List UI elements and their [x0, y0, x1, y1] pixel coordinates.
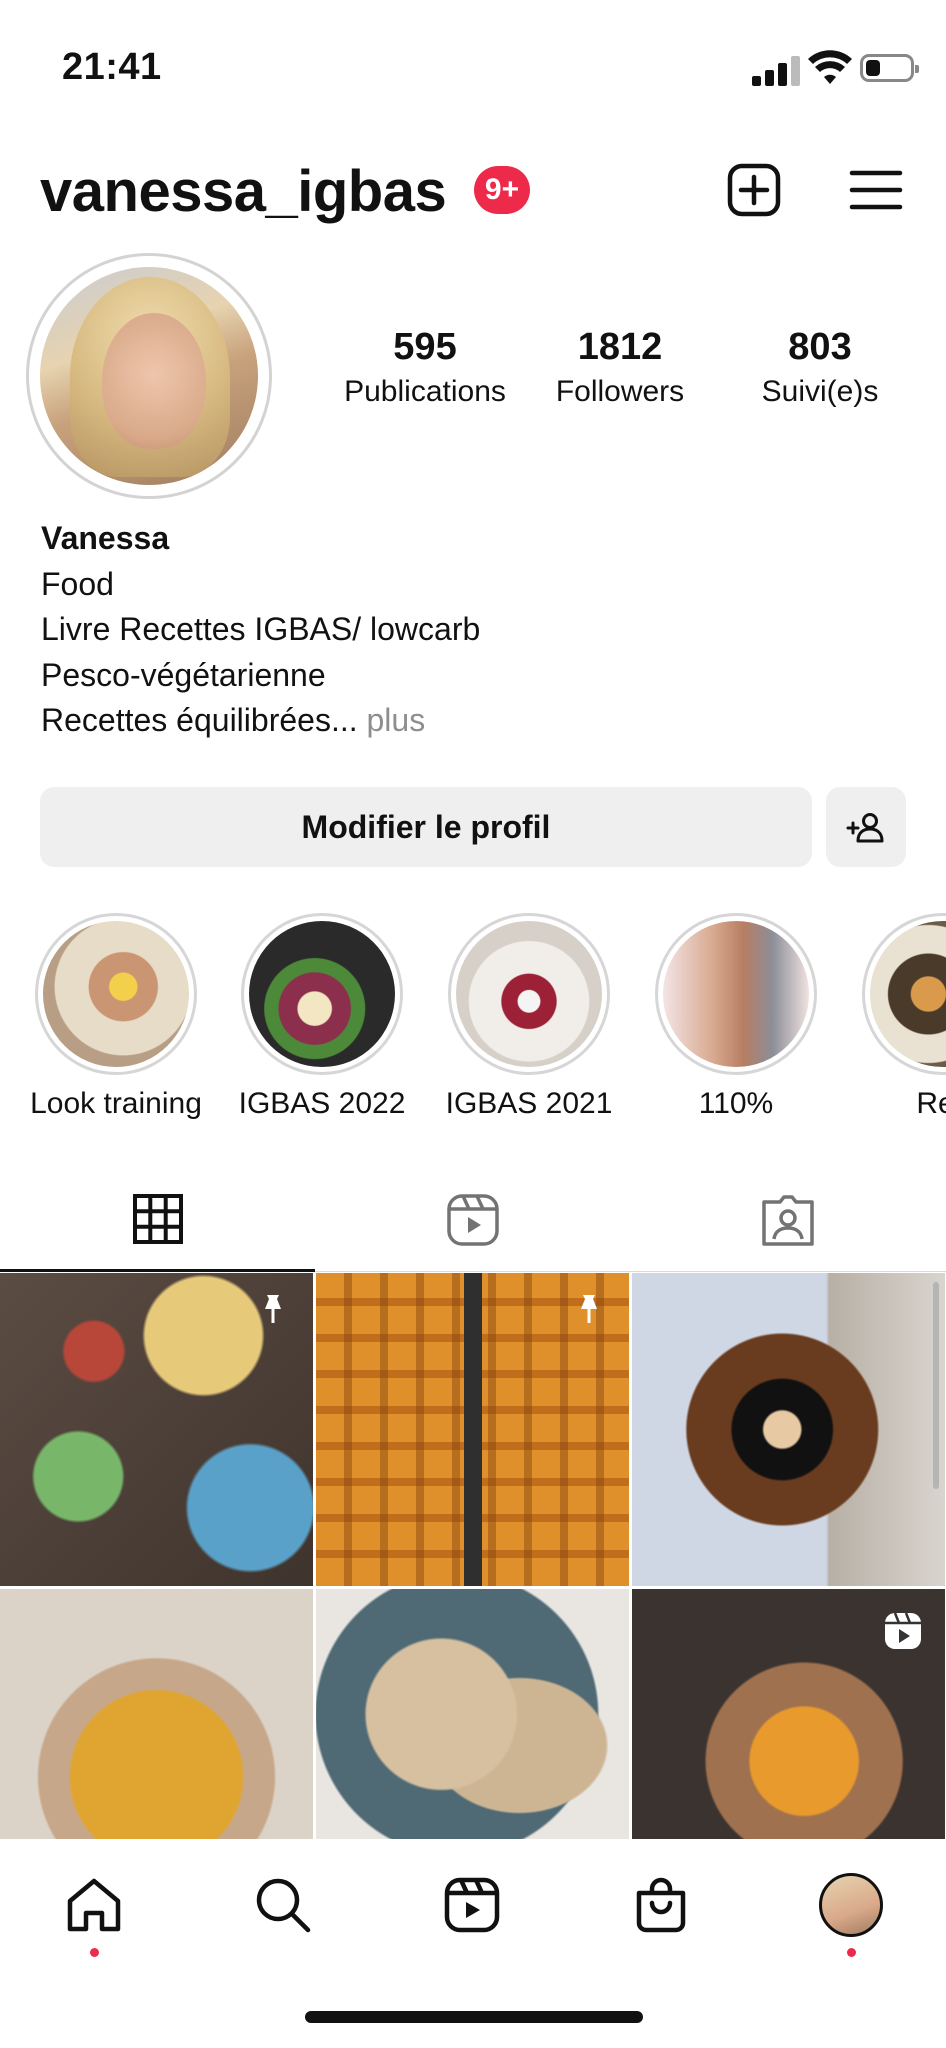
profile-stats: 595 Publications 1812 Followers 803 Suiv… [320, 326, 920, 426]
highlight-cover [663, 921, 809, 1067]
pinned-icon [581, 1295, 597, 1323]
post-thumbnail[interactable] [632, 1589, 945, 1839]
discover-people-button[interactable] [826, 787, 906, 867]
grid-icon [132, 1193, 183, 1244]
highlight-cover [43, 921, 189, 1067]
tab-reels[interactable] [315, 1168, 630, 1272]
scrollbar[interactable] [933, 1282, 939, 1489]
search-icon [256, 1878, 311, 1933]
stat-label: Publications [344, 375, 506, 408]
avatar-photo [40, 267, 258, 485]
highlight-110[interactable]: 110% [633, 913, 839, 1121]
stat-label: Followers [555, 375, 685, 408]
stat-value: 595 [393, 326, 457, 368]
reels-icon [444, 1877, 500, 1933]
highlight-label: 110% [698, 1087, 774, 1120]
post-thumbnail[interactable] [0, 1273, 313, 1586]
highlight-look-training[interactable]: Look training [13, 913, 219, 1121]
profile-tabs [0, 1168, 946, 1272]
reel-badge-icon [885, 1612, 921, 1649]
cellular-signal-icon [752, 56, 800, 86]
nav-shop[interactable] [626, 1870, 696, 1940]
highlight-label: Res [916, 1087, 946, 1120]
highlight-cover [249, 921, 395, 1067]
highlight-label: Look training [30, 1087, 202, 1120]
story-highlights: Look training IGBAS 2022 IGBAS 2021 110%… [0, 913, 946, 1128]
home-indicator[interactable] [305, 2011, 643, 2023]
nav-search[interactable] [248, 1870, 318, 1940]
home-icon [67, 1878, 121, 1932]
menu-icon[interactable] [846, 160, 906, 220]
nav-profile[interactable] [816, 1870, 886, 1940]
stat-value: 803 [788, 326, 852, 368]
notification-badge[interactable]: 9+ [474, 166, 530, 214]
post-thumbnail[interactable] [316, 1589, 629, 1839]
tab-tagged[interactable] [630, 1168, 945, 1272]
stat-label: Suivi(e)s [761, 375, 879, 408]
bio-line: Livre Recettes IGBAS/ lowcarb [41, 611, 481, 647]
highlight-cover [456, 921, 602, 1067]
pinned-icon [265, 1295, 281, 1323]
bio-last-line: Recettes équilibrées... plus [41, 698, 901, 744]
post-thumbnail[interactable] [316, 1273, 629, 1586]
create-post-icon[interactable] [724, 160, 784, 220]
profile-avatar[interactable] [26, 253, 272, 499]
edit-profile-button[interactable]: Modifier le profil [40, 787, 812, 867]
wifi-icon [808, 50, 852, 84]
home-activity-dot [90, 1948, 99, 1957]
stat-value: 1812 [577, 326, 663, 368]
status-time: 21:41 [62, 46, 162, 88]
bottom-navigation [0, 1840, 946, 2048]
highlight-label: IGBAS 2021 [445, 1087, 613, 1120]
highlight-res[interactable]: Res [840, 913, 946, 1121]
nav-home[interactable] [59, 1870, 129, 1940]
posts-grid [0, 1273, 946, 1839]
status-bar: 21:41 [0, 0, 946, 120]
add-person-icon [846, 813, 884, 843]
profile-bio: Vanessa Food Livre Recettes IGBAS/ lowca… [41, 516, 901, 744]
highlight-igbas-2021[interactable]: IGBAS 2021 [426, 913, 632, 1121]
post-thumbnail[interactable] [0, 1589, 313, 1839]
highlight-label: IGBAS 2022 [238, 1087, 406, 1120]
bio-line: Pesco-végétarienne [41, 656, 326, 693]
tab-posts-grid[interactable] [0, 1168, 315, 1272]
stat-followers[interactable]: 1812 Followers [530, 326, 710, 409]
profile-activity-dot [847, 1948, 856, 1957]
bio-line: Food [41, 565, 114, 602]
bio-line: Recettes équilibrées... [41, 702, 358, 738]
stat-publications[interactable]: 595 Publications [330, 326, 520, 409]
username[interactable]: vanessa_igbas [40, 158, 447, 225]
highlight-igbas-2022[interactable]: IGBAS 2022 [219, 913, 425, 1121]
highlight-cover [870, 921, 946, 1067]
nav-reels[interactable] [437, 1870, 507, 1940]
profile-avatar-icon [819, 1873, 883, 1937]
reels-icon [446, 1194, 499, 1246]
post-thumbnail[interactable] [632, 1273, 945, 1586]
profile-header: vanessa_igbas 9+ [0, 150, 946, 230]
battery-icon [860, 54, 919, 82]
bio-more-link[interactable]: plus [367, 702, 426, 738]
stat-following[interactable]: 803 Suivi(e)s [730, 326, 910, 409]
display-name: Vanessa [41, 520, 170, 556]
shopping-bag-icon [636, 1877, 686, 1933]
tagged-icon [761, 1195, 814, 1246]
